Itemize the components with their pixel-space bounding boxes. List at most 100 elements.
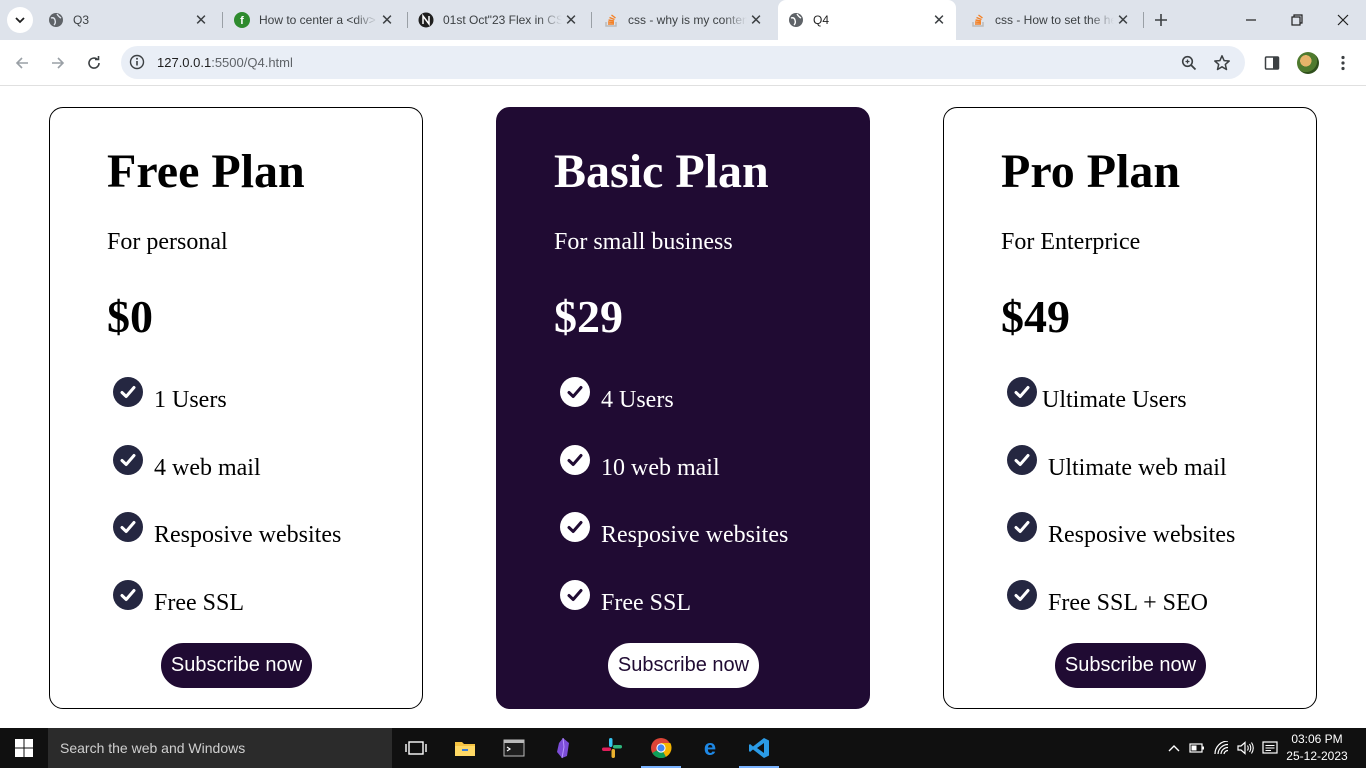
check-circle-icon: [1007, 445, 1037, 475]
check-circle-icon: [1007, 512, 1037, 542]
plan-title: Pro Plan: [1001, 145, 1181, 198]
check-circle-icon: [113, 512, 143, 542]
url-text[interactable]: 127.0.0.1:5500/Q4.html: [157, 55, 293, 70]
volume-icon[interactable]: [1234, 728, 1258, 768]
file-explorer-button[interactable]: [441, 728, 489, 768]
stackoverflow-icon: [970, 12, 986, 28]
tab-flex-notes[interactable]: 01st Oct"23 Flex in CSS ✕: [408, 0, 588, 40]
show-hidden-icons-button[interactable]: [1164, 728, 1184, 768]
tab-title: css - How to set the height: [995, 13, 1114, 27]
feature-text: 4 web mail: [154, 455, 261, 481]
tab-search-button[interactable]: [7, 7, 33, 33]
windows-logo-icon: [15, 739, 33, 757]
obsidian-icon: [557, 737, 569, 759]
avatar[interactable]: [1297, 52, 1319, 74]
plan-price: $49: [1001, 291, 1070, 342]
task-view-button[interactable]: [392, 728, 440, 768]
feature-item: Resposive websites: [1007, 512, 1307, 552]
edge-button[interactable]: e: [686, 728, 734, 768]
feature-item: Free SSL + SEO: [1007, 580, 1307, 620]
obsidian-button[interactable]: [539, 728, 587, 768]
close-icon[interactable]: ✕: [747, 11, 765, 29]
close-icon[interactable]: ✕: [1114, 11, 1132, 29]
feature-text: 1 Users: [154, 387, 227, 413]
back-button[interactable]: [10, 51, 34, 75]
check-circle-icon: [560, 377, 590, 407]
tab-title: Q4: [813, 13, 830, 27]
tab-strip: Q3 ✕ f How to center a <div> in CSS ✕ 01…: [0, 0, 1366, 40]
side-panel-icon[interactable]: [1261, 52, 1283, 74]
plan-card-free: Free Plan For personal $0 1 Users 4 web …: [49, 107, 423, 709]
plan-subtitle: For small business: [554, 229, 733, 255]
subscribe-button[interactable]: Subscribe now: [161, 643, 312, 688]
tab-title: 01st Oct"23 Flex in CSS: [443, 13, 562, 27]
terminal-button[interactable]: [490, 728, 538, 768]
feature-item: 1 Users: [113, 377, 413, 417]
minimize-icon: [1246, 19, 1256, 21]
tab-css-height[interactable]: css - How to set the height ✕: [960, 0, 1140, 40]
feature-text: Free SSL + SEO: [1048, 590, 1208, 616]
feature-text: Ultimate Users: [1042, 387, 1187, 413]
tab-css-centered[interactable]: css - why is my content not centered ✕: [593, 0, 773, 40]
subscribe-button[interactable]: Subscribe now: [608, 643, 759, 688]
feature-item: Resposive websites: [560, 512, 860, 552]
check-circle-icon: [560, 445, 590, 475]
slack-button[interactable]: [588, 728, 636, 768]
browser-toolbar: 127.0.0.1:5500/Q4.html: [0, 40, 1366, 86]
svg-text:e: e: [704, 737, 716, 759]
check-circle-icon: [113, 377, 143, 407]
feature-item: Ultimate Users: [1007, 377, 1307, 417]
arrow-right-icon: [52, 57, 65, 69]
reload-icon: [88, 56, 100, 69]
chrome-icon: [651, 738, 672, 759]
check-circle-icon: [113, 445, 143, 475]
close-icon[interactable]: ✕: [930, 11, 948, 29]
tab-q3[interactable]: Q3 ✕: [38, 0, 218, 40]
edge-icon: e: [704, 737, 716, 759]
feature-item: 4 web mail: [113, 445, 413, 485]
star-icon[interactable]: [1212, 53, 1232, 73]
folder-icon: [455, 742, 475, 756]
minimize-button[interactable]: [1228, 0, 1274, 40]
restore-button[interactable]: [1274, 0, 1320, 40]
close-window-button[interactable]: [1320, 0, 1366, 40]
vscode-button[interactable]: [735, 728, 783, 768]
wifi-icon[interactable]: [1210, 728, 1234, 768]
chrome-button[interactable]: [637, 728, 685, 768]
feature-text: 10 web mail: [601, 455, 720, 481]
clock-time: 03:06 PM: [1291, 732, 1343, 746]
subscribe-button[interactable]: Subscribe now: [1055, 643, 1206, 688]
close-icon[interactable]: ✕: [562, 11, 580, 29]
start-button[interactable]: [0, 728, 48, 768]
task-view-icon: [405, 741, 427, 755]
slack-icon: [602, 738, 622, 758]
zoom-icon[interactable]: [1179, 53, 1199, 73]
new-tab-button[interactable]: [1150, 9, 1172, 31]
stackoverflow-icon: [603, 12, 619, 28]
feature-item: Resposive websites: [113, 512, 413, 552]
info-icon[interactable]: [128, 53, 146, 71]
notifications-icon[interactable]: [1258, 728, 1282, 768]
tab-q4[interactable]: Q4 ✕: [778, 0, 956, 40]
check-circle-icon: [1007, 377, 1037, 407]
forward-button[interactable]: [46, 51, 70, 75]
globe-icon: [48, 12, 64, 28]
close-icon: [1337, 14, 1349, 26]
address-bar[interactable]: 127.0.0.1:5500/Q4.html: [121, 46, 1245, 79]
taskbar-clock[interactable]: 03:06 PM 25-12-2023: [1284, 731, 1350, 765]
feature-item: Free SSL: [560, 580, 860, 620]
restore-icon: [1291, 14, 1303, 26]
more-menu-icon[interactable]: [1332, 52, 1354, 74]
reload-button[interactable]: [82, 51, 106, 75]
close-icon[interactable]: ✕: [378, 11, 396, 29]
page-content: Free Plan For personal $0 1 Users 4 web …: [0, 87, 1366, 728]
tab-title: css - why is my content not centered: [628, 13, 747, 27]
feature-text: Free SSL: [154, 590, 244, 616]
battery-icon[interactable]: [1186, 728, 1208, 768]
svg-text:f: f: [240, 15, 244, 27]
tab-center-div[interactable]: f How to center a <div> in CSS ✕: [224, 0, 404, 40]
check-circle-icon: [560, 580, 590, 610]
feature-text: Free SSL: [601, 590, 691, 616]
close-icon[interactable]: ✕: [192, 11, 210, 29]
taskbar-search[interactable]: Search the web and Windows: [48, 728, 392, 768]
